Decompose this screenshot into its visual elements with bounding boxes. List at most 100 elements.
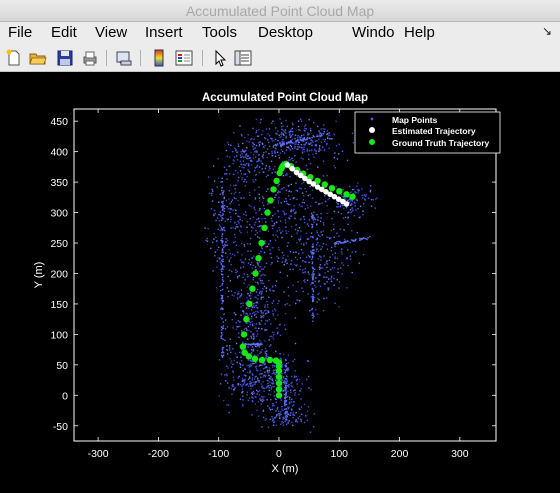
map-point [328, 138, 331, 140]
map-point [277, 190, 280, 192]
colorbar-icon[interactable] [150, 49, 168, 67]
map-point [304, 261, 306, 263]
map-point [296, 148, 298, 150]
map-point [279, 353, 281, 355]
map-point [255, 212, 257, 214]
map-point [321, 202, 323, 204]
save-icon[interactable] [56, 49, 74, 67]
map-point [285, 414, 287, 417]
chart-legend[interactable]: Map Points Estimated Trajectory Ground T… [354, 111, 501, 154]
map-point [235, 328, 238, 331]
map-point [257, 378, 259, 380]
toolbar-separator [140, 50, 141, 66]
y-tick-label: 400 [50, 147, 68, 159]
figure-canvas: -300 -200 -100 0 100 200 300 -50 0 50 100 150 200 250… [0, 73, 560, 493]
map-point [298, 393, 300, 396]
print-icon[interactable] [81, 49, 99, 67]
map-point [258, 166, 261, 168]
map-point [229, 211, 231, 214]
map-point [278, 415, 280, 417]
menu-edit[interactable]: Edit [51, 22, 77, 44]
map-point [324, 140, 326, 143]
map-point [231, 393, 233, 395]
map-point [248, 258, 250, 261]
map-point [250, 263, 252, 266]
map-point [283, 254, 285, 256]
map-point [290, 129, 292, 131]
map-point [260, 296, 263, 299]
map-point [311, 225, 314, 228]
open-file-icon[interactable] [29, 49, 47, 67]
property-inspector-icon[interactable] [234, 49, 252, 67]
map-point [298, 141, 300, 143]
map-point [334, 302, 336, 304]
map-point [233, 295, 235, 297]
map-point [249, 323, 251, 326]
map-point [311, 256, 314, 258]
map-point [332, 253, 334, 256]
menu-window[interactable]: Windo [352, 22, 395, 44]
map-point [267, 405, 269, 407]
menu-help[interactable]: Help [404, 22, 435, 44]
menu-tools[interactable]: Tools [202, 22, 237, 44]
map-point [260, 298, 262, 300]
legend-icon[interactable] [175, 49, 193, 67]
map-point [275, 155, 277, 157]
map-point [342, 242, 344, 244]
link-plot-icon[interactable] [115, 49, 133, 67]
map-point [341, 253, 343, 255]
map-point [258, 346, 260, 348]
dock-arrow-icon[interactable]: ↘ [542, 24, 552, 38]
ground-truth-point [270, 186, 277, 193]
map-point [299, 378, 301, 381]
map-point [289, 389, 292, 391]
map-point [268, 393, 270, 395]
map-point [249, 313, 251, 315]
map-point [260, 225, 262, 227]
map-point [241, 385, 243, 387]
map-point [223, 351, 225, 354]
map-point [334, 152, 336, 154]
map-point [238, 204, 240, 206]
menu-view[interactable]: View [95, 22, 127, 44]
map-point [247, 243, 249, 245]
window-titlebar[interactable]: Accumulated Point Cloud Map [0, 0, 560, 22]
map-point [321, 134, 323, 137]
edit-plot-icon[interactable] [211, 49, 229, 67]
map-point [320, 217, 322, 219]
menu-desktop[interactable]: Desktop [258, 22, 313, 44]
ground-truth-point [258, 239, 265, 247]
map-point [234, 352, 237, 355]
map-point [237, 143, 240, 145]
map-point [260, 314, 262, 317]
map-point [234, 236, 237, 238]
menu-insert[interactable]: Insert [145, 22, 183, 44]
map-point [246, 221, 249, 223]
map-point [240, 232, 242, 234]
map-point [271, 372, 273, 375]
map-point [295, 251, 297, 253]
map-point [255, 118, 258, 120]
map-point [258, 186, 260, 188]
map-point [219, 285, 221, 287]
map-point [323, 255, 325, 257]
y-tick-label: 200 [50, 268, 68, 280]
map-point [248, 141, 250, 143]
map-point [230, 216, 232, 218]
map-point [335, 185, 337, 188]
map-point [278, 154, 280, 156]
new-figure-icon[interactable] [5, 49, 23, 67]
map-point [216, 260, 218, 262]
map-point [308, 375, 310, 378]
map-point [231, 199, 233, 201]
map-point [279, 220, 282, 222]
map-point [258, 252, 261, 255]
map-point [294, 212, 296, 214]
menu-file[interactable]: File [8, 22, 32, 44]
map-point [258, 209, 261, 212]
map-point [283, 376, 285, 378]
map-point [323, 224, 325, 226]
map-point [256, 343, 258, 345]
map-point [235, 170, 237, 172]
map-point [216, 266, 218, 268]
